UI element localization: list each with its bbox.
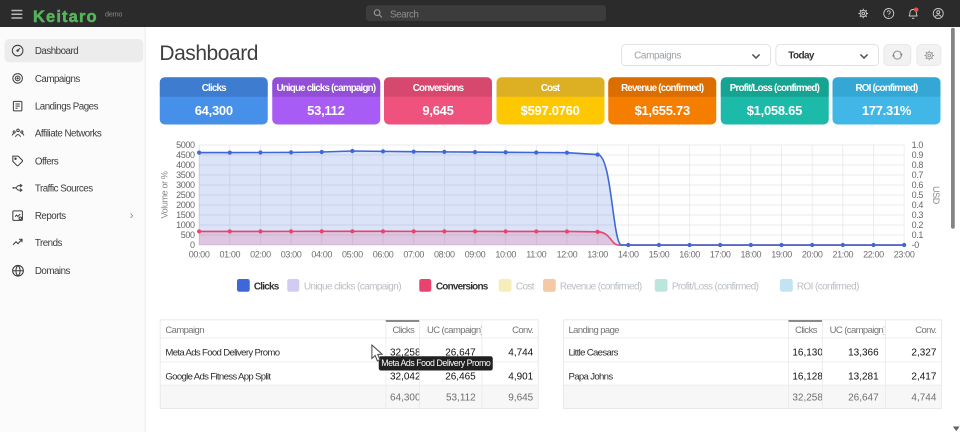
svg-text:11:00: 11:00 xyxy=(526,249,546,259)
svg-text:15:00: 15:00 xyxy=(649,249,670,259)
svg-text:09:00: 09:00 xyxy=(465,249,486,259)
svg-text:13:00: 13:00 xyxy=(587,249,608,259)
svg-text:0.2: 0.2 xyxy=(912,220,924,230)
svg-text:1.0: 1.0 xyxy=(912,140,924,150)
svg-text:0.4: 0.4 xyxy=(912,200,924,210)
svg-text:18:00: 18:00 xyxy=(741,249,762,259)
svg-text:20:00: 20:00 xyxy=(802,249,823,259)
svg-text:21:00: 21:00 xyxy=(832,249,853,259)
svg-text:10:00: 10:00 xyxy=(495,249,516,259)
svg-text:4000: 4000 xyxy=(176,160,195,170)
svg-text:02:00: 02:00 xyxy=(250,249,271,259)
svg-text:0.9: 0.9 xyxy=(912,150,924,160)
svg-text:3500: 3500 xyxy=(176,170,195,180)
svg-text:12:00: 12:00 xyxy=(557,249,578,259)
svg-text:01:00: 01:00 xyxy=(219,249,240,259)
svg-text:0.7: 0.7 xyxy=(912,170,924,180)
svg-text:1000: 1000 xyxy=(176,220,195,230)
svg-text:2500: 2500 xyxy=(176,190,195,200)
svg-text:22:00: 22:00 xyxy=(863,249,884,259)
svg-text:00:00: 00:00 xyxy=(189,249,210,259)
svg-text:16:00: 16:00 xyxy=(679,249,700,259)
svg-text:19:00: 19:00 xyxy=(771,249,792,259)
svg-text:07:00: 07:00 xyxy=(403,249,424,259)
svg-text:5000: 5000 xyxy=(176,140,195,150)
svg-text:0.6: 0.6 xyxy=(912,180,924,190)
svg-text:USD: USD xyxy=(931,186,941,205)
svg-text:0.5: 0.5 xyxy=(912,190,924,200)
svg-text:4500: 4500 xyxy=(176,150,195,160)
svg-text:500: 500 xyxy=(181,230,195,240)
svg-text:06:00: 06:00 xyxy=(373,249,394,259)
svg-text:1500: 1500 xyxy=(176,210,195,220)
svg-text:0.8: 0.8 xyxy=(912,160,924,170)
svg-text:0.3: 0.3 xyxy=(912,210,924,220)
svg-text:03:00: 03:00 xyxy=(281,249,302,259)
svg-text:23:00: 23:00 xyxy=(894,249,915,259)
svg-text:3000: 3000 xyxy=(176,180,195,190)
svg-text:0.1: 0.1 xyxy=(912,230,924,240)
svg-text:04:00: 04:00 xyxy=(311,249,332,259)
svg-text:2000: 2000 xyxy=(176,200,195,210)
svg-text:14:00: 14:00 xyxy=(618,249,639,259)
svg-text:08:00: 08:00 xyxy=(434,249,455,259)
svg-text:Volume or %: Volume or % xyxy=(160,171,170,218)
svg-text:17:00: 17:00 xyxy=(710,249,731,259)
svg-text:05:00: 05:00 xyxy=(342,249,363,259)
